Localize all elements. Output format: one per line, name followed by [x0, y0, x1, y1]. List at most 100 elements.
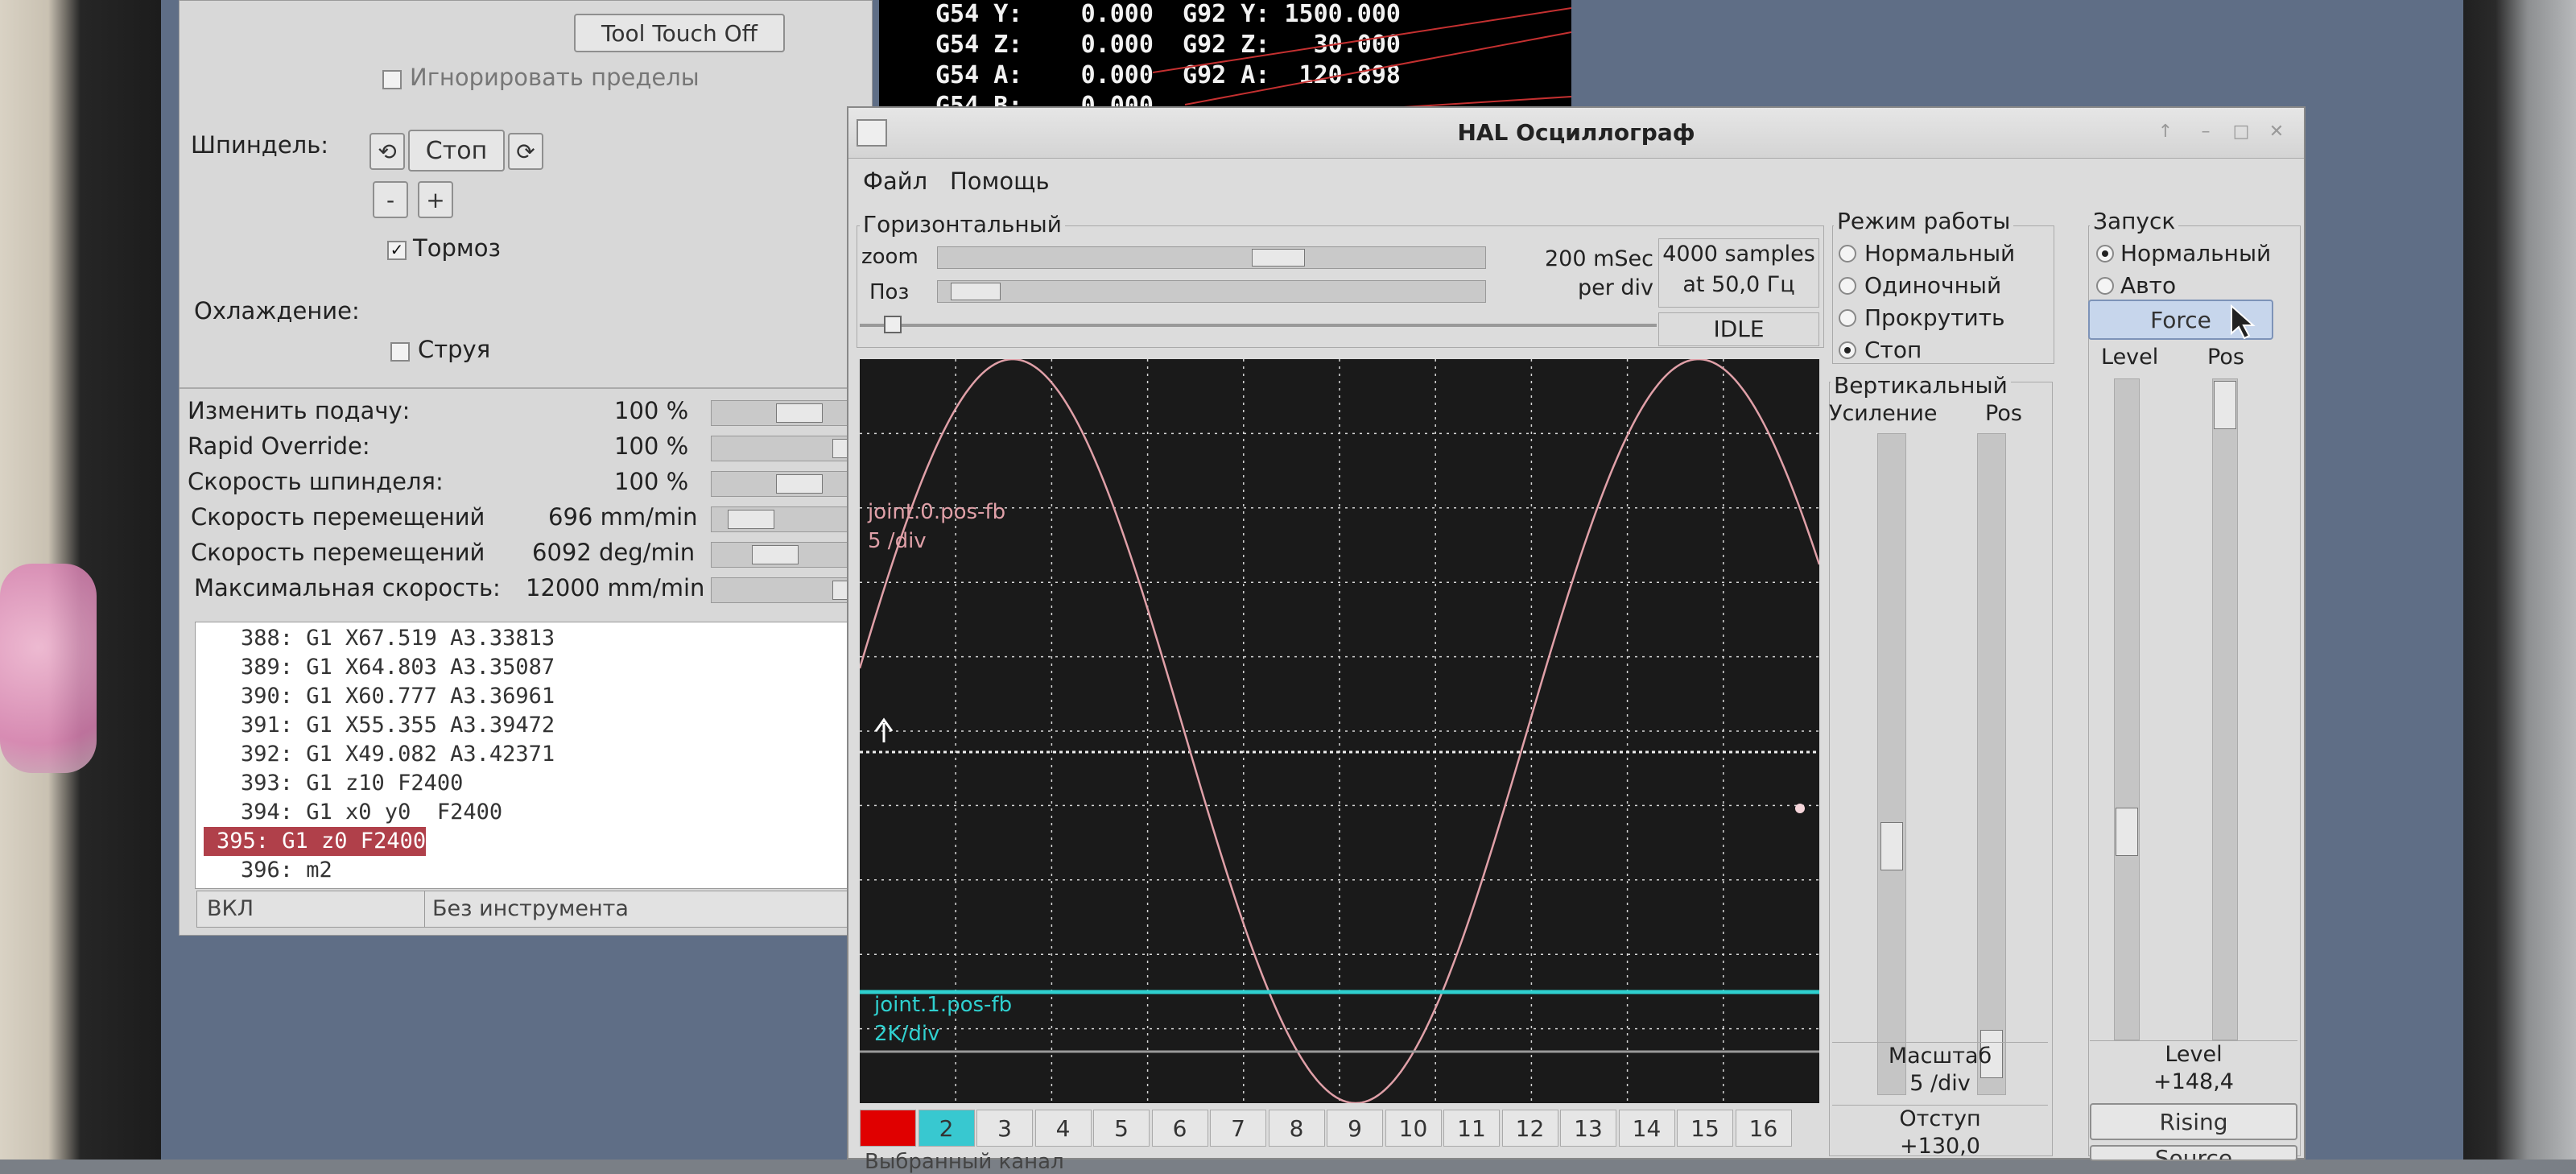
gcode-line[interactable]: 391: G1 X55.355 A3.39472: [196, 711, 864, 740]
jog-speed-slider[interactable]: [711, 506, 865, 532]
rate-line: 200 mSec: [1544, 246, 1653, 271]
run-mode-radio[interactable]: [1839, 309, 1856, 327]
record-window-marker[interactable]: [884, 316, 902, 333]
max-velocity-slider[interactable]: [711, 577, 865, 603]
trigger-position-slider[interactable]: [2212, 378, 2238, 1040]
position-slider[interactable]: [937, 280, 1486, 303]
channel-button-3[interactable]: 3: [976, 1110, 1033, 1147]
gcode-line[interactable]: 394: G1 x0 y0 F2400: [196, 798, 864, 827]
spindle-override-slider[interactable]: [711, 471, 865, 497]
channel-button-8[interactable]: 8: [1268, 1110, 1325, 1147]
maximize-icon[interactable]: □: [2230, 121, 2252, 143]
override-label: Изменить подачу:: [188, 397, 411, 424]
override-label: Максимальная скорость:: [194, 574, 501, 601]
channel-button-1[interactable]: [860, 1110, 916, 1147]
run-mode-radio[interactable]: [1839, 277, 1856, 295]
run-mode-option[interactable]: Стоп: [1839, 335, 2048, 367]
channel-button-14[interactable]: 14: [1618, 1110, 1675, 1147]
run-mode-radio[interactable]: [1839, 245, 1856, 262]
selected-channel-label: Выбранный канал: [865, 1150, 1064, 1174]
scope-display[interactable]: joint.0.pos-fb 5 /div joint.1.pos-fb 2K/…: [858, 358, 1821, 1105]
gcode-line[interactable]: 396: m2: [196, 856, 864, 885]
trigger-level-slider[interactable]: [2114, 378, 2140, 1040]
trigger-edge-button[interactable]: Rising: [2090, 1103, 2297, 1140]
slider-thumb[interactable]: [2116, 808, 2138, 856]
trigger-mode-label: Авто: [2120, 272, 2177, 299]
slider-thumb[interactable]: [2214, 381, 2236, 429]
channel-button-2[interactable]: 2: [918, 1110, 975, 1147]
trigger-mode-option[interactable]: Нормальный: [2096, 238, 2297, 271]
vertical-group: [1829, 382, 2053, 1156]
gcode-line-current[interactable]: 395: G1 z0 F2400: [204, 827, 427, 856]
channel-button-16[interactable]: 16: [1735, 1110, 1792, 1147]
run-mode-option[interactable]: Нормальный: [1839, 238, 2048, 271]
gain-column-label: Усиление: [1829, 401, 1938, 426]
override-label: Скорость перемещений: [191, 503, 485, 531]
channel-button-15[interactable]: 15: [1677, 1110, 1733, 1147]
gcode-line[interactable]: 389: G1 X64.803 A3.35087: [196, 653, 864, 682]
brake-label: Тормоз: [413, 234, 501, 262]
channel-button-10[interactable]: 10: [1385, 1110, 1442, 1147]
spindle-cw-button[interactable]: ⟳: [508, 133, 543, 170]
angular-jog-speed-slider[interactable]: [711, 542, 865, 568]
run-mode-option[interactable]: Одиночный: [1839, 271, 2048, 303]
run-mode-option[interactable]: Прокрутить: [1839, 303, 2048, 335]
run-mode-label: Одиночный: [1864, 272, 2002, 299]
run-mode-radio-selected[interactable]: [1839, 341, 1856, 359]
channel-button-6[interactable]: 6: [1151, 1110, 1208, 1147]
scale-label: Масштаб: [1888, 1044, 1992, 1069]
ignore-limits-checkbox[interactable]: [382, 70, 402, 89]
channel-button-7[interactable]: 7: [1210, 1110, 1266, 1147]
record-position-bar: [860, 324, 1657, 327]
channel-button-9[interactable]: 9: [1327, 1110, 1383, 1147]
trigger-mode-option[interactable]: Авто: [2096, 271, 2297, 303]
minimize-icon[interactable]: –: [2194, 121, 2217, 143]
rapid-override-slider[interactable]: [711, 436, 865, 461]
slider-thumb[interactable]: [728, 510, 774, 529]
spindle-ccw-button[interactable]: ⟲: [369, 133, 405, 170]
slider-thumb[interactable]: [776, 403, 823, 423]
spindle-slower-button[interactable]: -: [373, 181, 408, 218]
feed-override-slider[interactable]: [711, 400, 865, 426]
slider-thumb[interactable]: [951, 283, 1001, 300]
slider-thumb[interactable]: [1880, 822, 1903, 870]
gcode-line[interactable]: 393: G1 z10 F2400: [196, 769, 864, 798]
vertical-position-slider[interactable]: [1977, 433, 2006, 1095]
menu-help[interactable]: Помощь: [950, 167, 1050, 195]
channel-button-5[interactable]: 5: [1093, 1110, 1150, 1147]
flood-checkbox[interactable]: [390, 342, 410, 362]
trigger-point-marker: [1795, 804, 1805, 813]
channel-button-12[interactable]: 12: [1501, 1110, 1558, 1147]
gain-slider[interactable]: [1877, 433, 1906, 1095]
title-bar: HAL Осциллограф ↑ – □ ✕: [848, 108, 2304, 159]
spindle-faster-button[interactable]: +: [418, 181, 453, 218]
tool-touch-off-button[interactable]: Tool Touch Off: [574, 14, 785, 52]
gcode-line[interactable]: 392: G1 X49.082 A3.42371: [196, 740, 864, 769]
trigger-mode-radio-selected[interactable]: [2096, 245, 2114, 262]
channel-button-4[interactable]: 4: [1034, 1110, 1092, 1147]
trigger-mode-label: Нормальный: [2120, 240, 2272, 267]
slider-thumb[interactable]: [752, 545, 799, 564]
window-title: HAL Осциллограф: [1457, 119, 1695, 146]
trigger-source-button[interactable]: Source: [2090, 1145, 2297, 1161]
vertical-pos-column-label: Pos: [1985, 401, 2022, 426]
trigger-mode-radio[interactable]: [2096, 277, 2114, 295]
slider-thumb[interactable]: [1252, 249, 1305, 267]
zoom-slider[interactable]: [937, 246, 1486, 269]
record-length-display[interactable]: 4000 samples at 50,0 Гц: [1658, 238, 1819, 308]
gcode-listing[interactable]: 388: G1 X67.519 A3.33813 389: G1 X64.803…: [195, 622, 865, 889]
status-bar: ВКЛ Без инструмента: [196, 891, 865, 928]
brake-checkbox[interactable]: ✓: [387, 241, 407, 260]
channel-button-11[interactable]: 11: [1443, 1110, 1500, 1147]
gcode-line[interactable]: 388: G1 X67.519 A3.33813: [196, 624, 864, 653]
overrides-panel: Изменить подачу: 100 % Rapid Override: 1…: [188, 395, 865, 608]
channel-button-13[interactable]: 13: [1560, 1110, 1616, 1147]
pin-icon[interactable]: ↑: [2154, 121, 2177, 143]
offset-display[interactable]: Отступ +130,0: [1832, 1105, 2048, 1162]
sample-rate-display: 200 mSec per div: [1492, 245, 1653, 303]
close-icon[interactable]: ✕: [2265, 121, 2288, 143]
gcode-line[interactable]: 390: G1 X60.777 A3.36961: [196, 682, 864, 711]
spindle-stop-button[interactable]: Стоп: [408, 130, 505, 172]
menu-file[interactable]: Файл: [863, 167, 927, 195]
slider-thumb[interactable]: [776, 474, 823, 494]
